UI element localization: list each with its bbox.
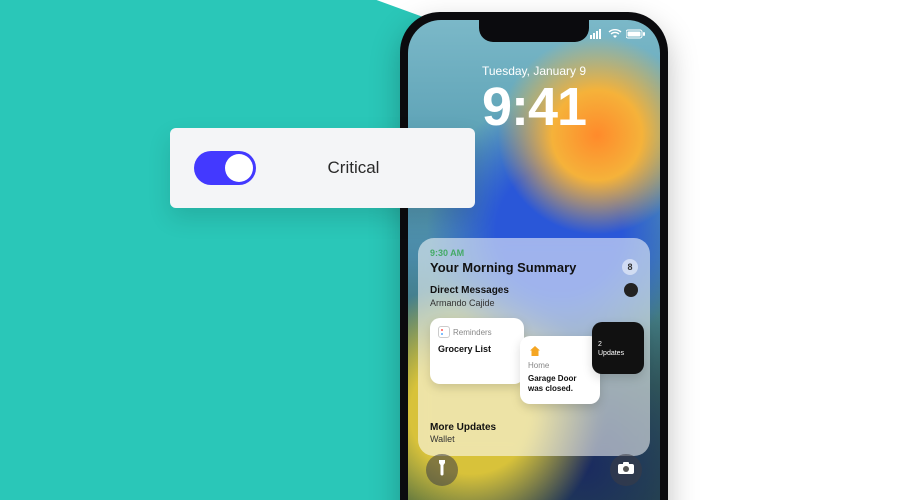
wifi-icon: [608, 26, 622, 44]
morning-summary-card[interactable]: 9:30 AM Your Morning Summary 8 Direct Me…: [418, 238, 650, 456]
reminders-label: Reminders: [453, 328, 492, 337]
flashlight-button[interactable]: [426, 454, 458, 486]
critical-toggle-label: Critical: [256, 158, 451, 178]
home-text: Garage Door was closed.: [528, 374, 592, 393]
battery-icon: [626, 26, 646, 44]
summary-title: Your Morning Summary: [430, 260, 576, 275]
camera-icon: [618, 461, 634, 479]
home-label: Home: [528, 361, 592, 370]
home-tile[interactable]: Home Garage Door was closed.: [520, 336, 600, 404]
more-updates-label: More Updates: [430, 422, 638, 433]
summary-time: 9:30 AM: [430, 248, 638, 258]
dm-sender: Armando Cajide: [430, 298, 638, 308]
home-icon: [528, 344, 542, 358]
updates-count: 2: [598, 341, 638, 348]
reminders-item: Grocery List: [438, 344, 516, 354]
more-updates-app: Wallet: [430, 434, 638, 444]
phone-screen: Tuesday, January 9 9:41 9:30 AM Your Mor…: [408, 20, 660, 500]
flashlight-icon: [436, 460, 448, 481]
toggle-knob: [225, 154, 253, 182]
phone-frame: Tuesday, January 9 9:41 9:30 AM Your Mor…: [400, 12, 668, 500]
reminders-tile[interactable]: Reminders Grocery List: [430, 318, 524, 384]
updates-tile[interactable]: 2 Updates: [592, 322, 644, 374]
direct-messages-label: Direct Messages: [430, 285, 509, 296]
stage: Tuesday, January 9 9:41 9:30 AM Your Mor…: [0, 0, 900, 500]
summary-tiles: Reminders Grocery List Home Garage Door …: [430, 318, 638, 408]
reminders-icon: [438, 326, 450, 338]
updates-label: Updates: [598, 350, 638, 357]
critical-toggle-card: Critical: [170, 128, 475, 208]
camera-button[interactable]: [610, 454, 642, 486]
summary-count-badge: 8: [622, 259, 638, 275]
phone-notch: [479, 20, 589, 42]
signal-icon: [590, 26, 604, 44]
critical-toggle[interactable]: [194, 151, 256, 185]
avatar: [624, 283, 638, 297]
status-bar: [590, 26, 646, 44]
